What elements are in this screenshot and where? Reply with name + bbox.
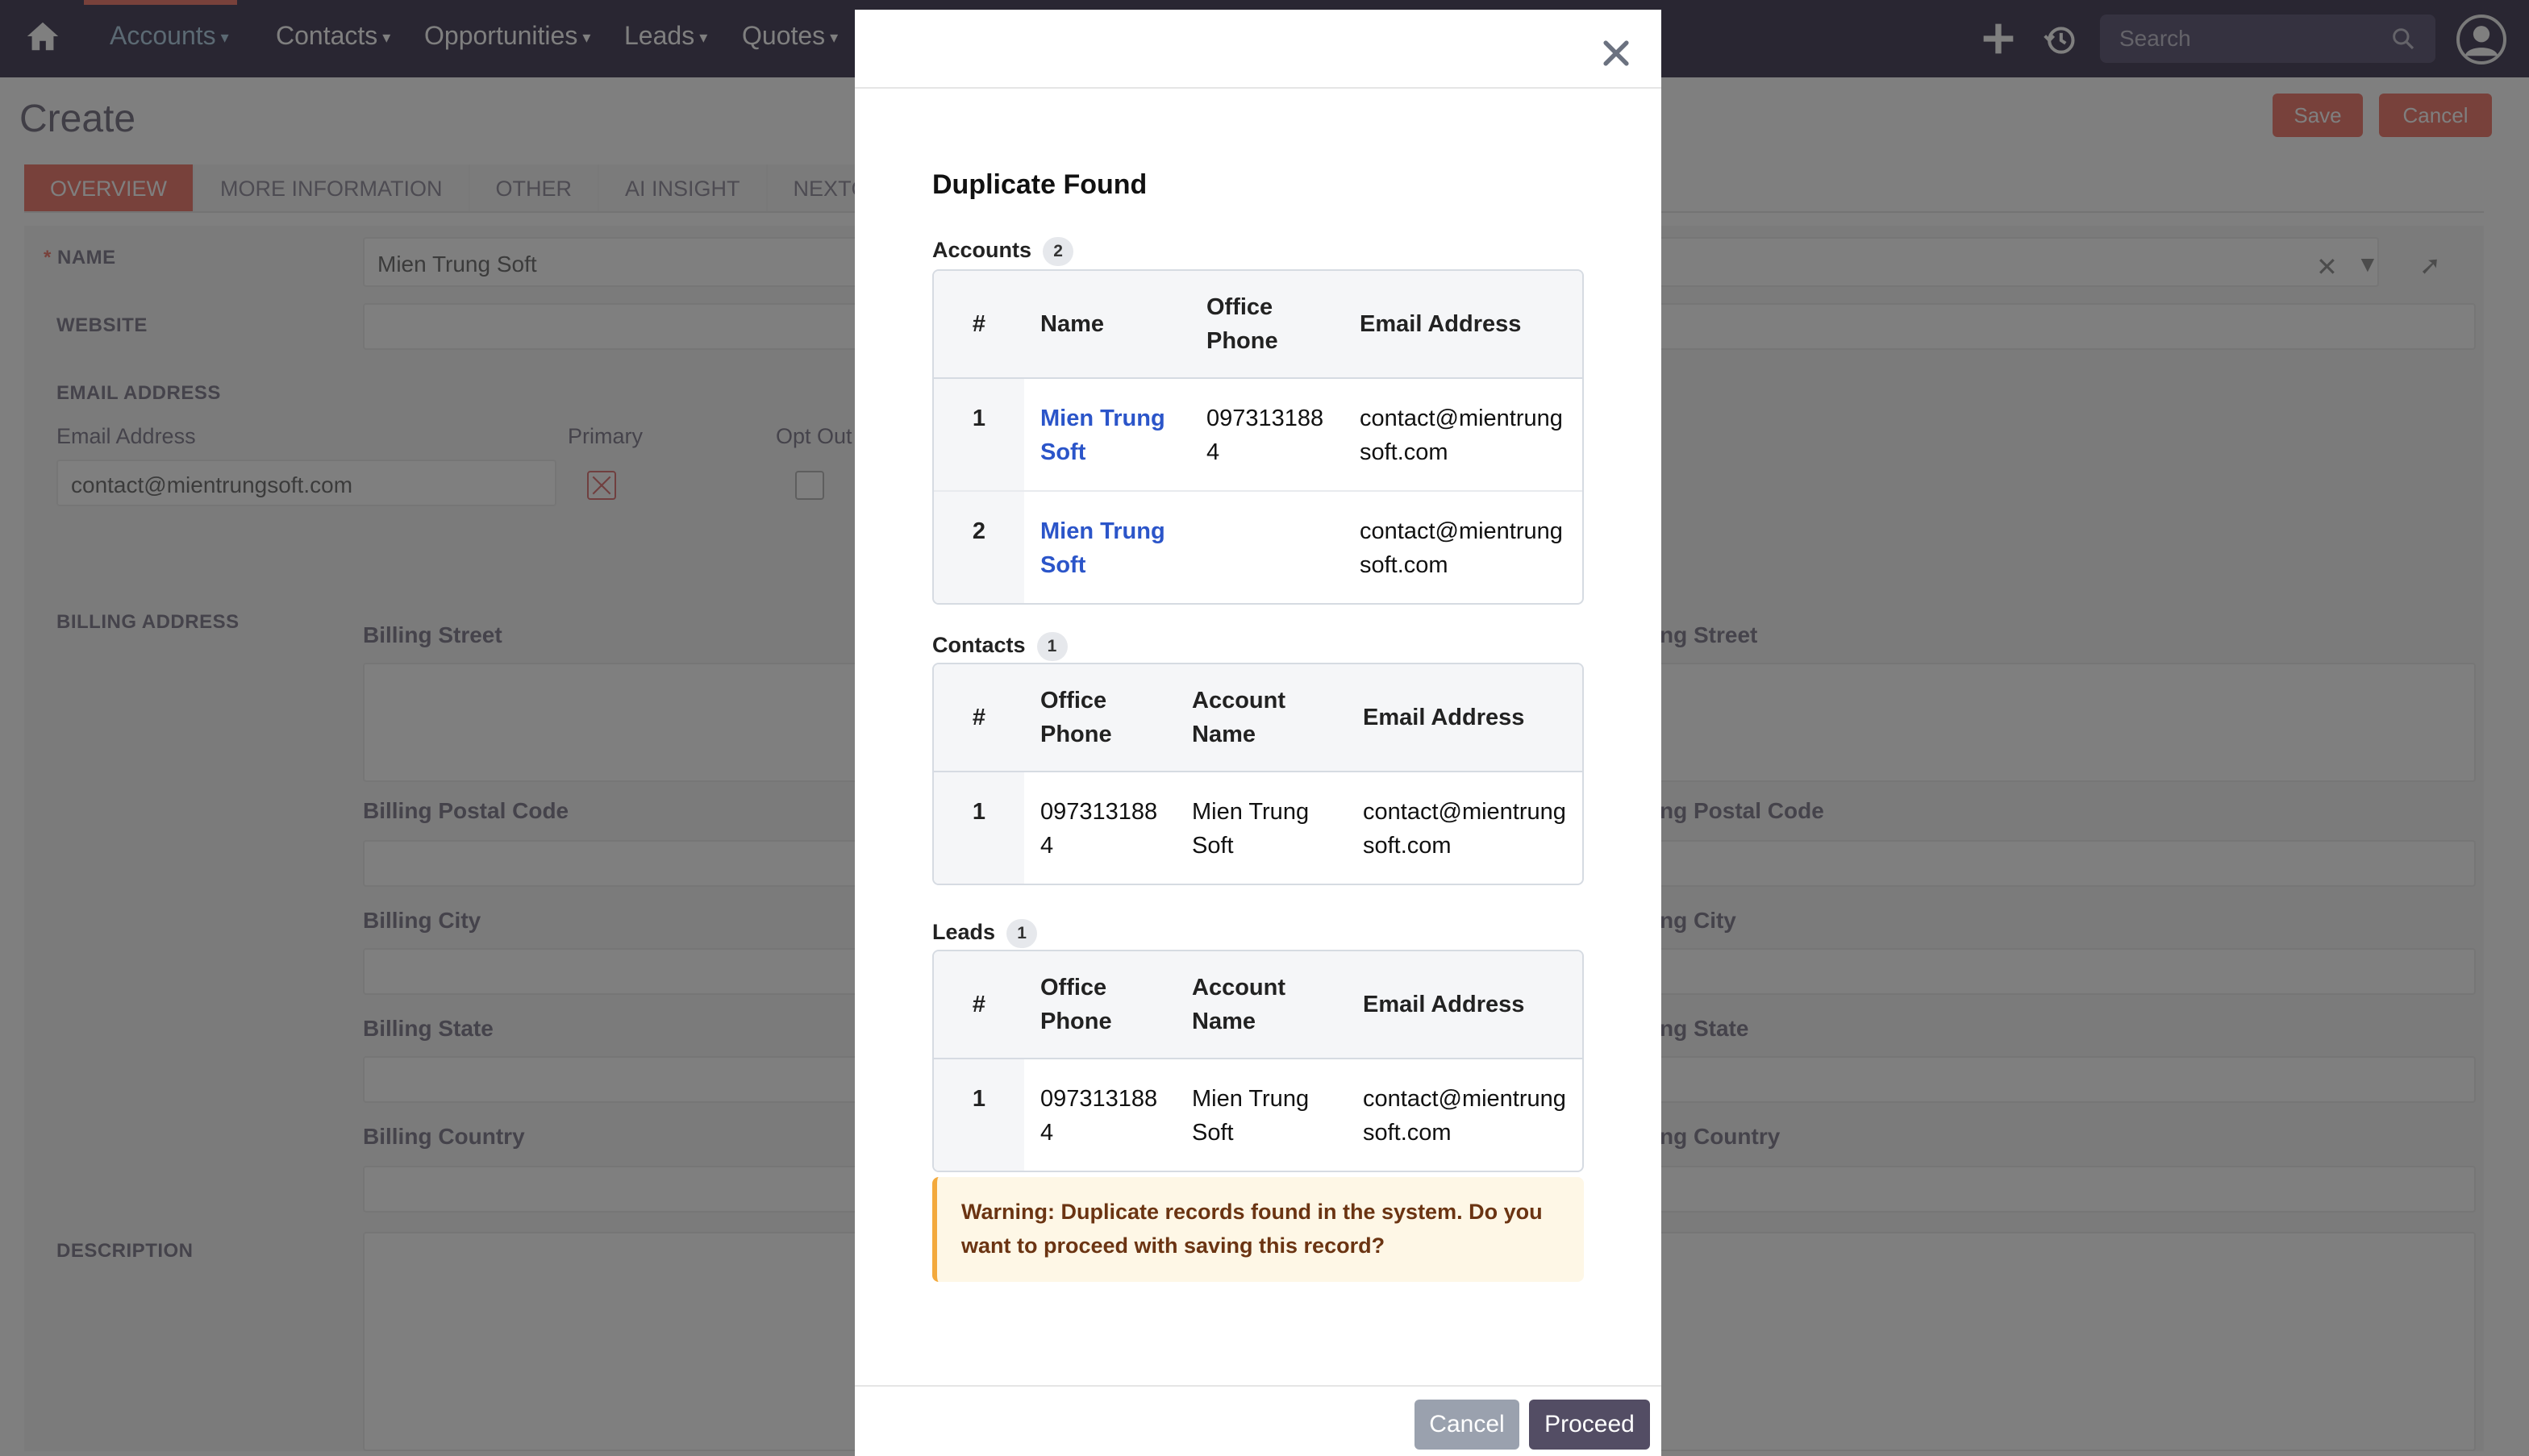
column-header: Office Phone (1024, 664, 1176, 772)
column-header: Account Name (1176, 951, 1347, 1059)
dialog-title: Duplicate Found (932, 169, 1148, 200)
email-cell: contact@mientrungsoft.com (1360, 518, 1563, 578)
column-header: Email Address (1344, 271, 1582, 379)
account-name-cell: Mien Trung Soft (1192, 799, 1310, 859)
office-phone-cell (1190, 492, 1344, 603)
duplicate-warning-message: Warning: Duplicate records found in the … (932, 1177, 1584, 1282)
dialog-footer: Cancel Proceed (855, 1385, 1661, 1456)
table-row: 1 0973131884 Mien Trung Soft contact@mie… (934, 1059, 1582, 1171)
account-name-cell: Mien Trung Soft (1192, 1086, 1310, 1146)
row-number: 1 (934, 1059, 1024, 1171)
office-phone-cell: 0973131884 (1190, 379, 1344, 492)
email-cell: contact@mientrungsoft.com (1363, 799, 1566, 859)
contacts-duplicates-table: # Office Phone Account Name Email Addres… (932, 663, 1584, 885)
table-header-row: # Office Phone Account Name Email Addres… (934, 951, 1582, 1059)
office-phone-cell: 0973131884 (1040, 799, 1158, 859)
row-number: 1 (934, 379, 1024, 492)
column-header: # (934, 664, 1024, 772)
column-header: Email Address (1347, 664, 1582, 772)
dialog-header (855, 10, 1661, 89)
column-header: Account Name (1176, 664, 1347, 772)
office-phone-cell: 0973131884 (1040, 1086, 1158, 1146)
column-header: Name (1024, 271, 1190, 379)
table-row: 1 Mien Trung Soft 0973131884 contact@mie… (934, 379, 1582, 492)
column-header: # (934, 271, 1024, 379)
table-header-row: # Office Phone Account Name Email Addres… (934, 664, 1582, 772)
column-header: Office Phone (1024, 951, 1176, 1059)
account-name-link[interactable]: Mien Trung Soft (1024, 492, 1190, 603)
cancel-button[interactable]: Cancel (1414, 1400, 1519, 1450)
column-header: # (934, 951, 1024, 1059)
column-header: Office Phone (1190, 271, 1344, 379)
contacts-section-title: Contacts 1 (932, 632, 1068, 661)
accounts-count-badge: 2 (1043, 237, 1074, 266)
email-cell: contact@mientrungsoft.com (1363, 1086, 1566, 1146)
table-row: 2 Mien Trung Soft contact@mientrungsoft.… (934, 492, 1582, 603)
table-row: 1 0973131884 Mien Trung Soft contact@mie… (934, 772, 1582, 884)
contacts-count-badge: 1 (1036, 632, 1068, 661)
column-header: Email Address (1347, 951, 1582, 1059)
account-name-link[interactable]: Mien Trung Soft (1024, 379, 1190, 492)
row-number: 1 (934, 772, 1024, 884)
accounts-section-title: Accounts 2 (932, 237, 1074, 266)
leads-section-title: Leads 1 (932, 919, 1038, 948)
leads-duplicates-table: # Office Phone Account Name Email Addres… (932, 950, 1584, 1172)
proceed-button[interactable]: Proceed (1529, 1400, 1650, 1450)
duplicate-found-dialog: Duplicate Found Accounts 2 # Name Office … (855, 10, 1661, 1456)
table-header-row: # Name Office Phone Email Address (934, 271, 1582, 379)
leads-count-badge: 1 (1006, 919, 1038, 948)
close-icon[interactable] (1598, 35, 1634, 71)
email-cell: contact@mientrungsoft.com (1344, 379, 1582, 492)
row-number: 2 (934, 492, 1024, 603)
accounts-duplicates-table: # Name Office Phone Email Address 1 Mien… (932, 269, 1584, 605)
